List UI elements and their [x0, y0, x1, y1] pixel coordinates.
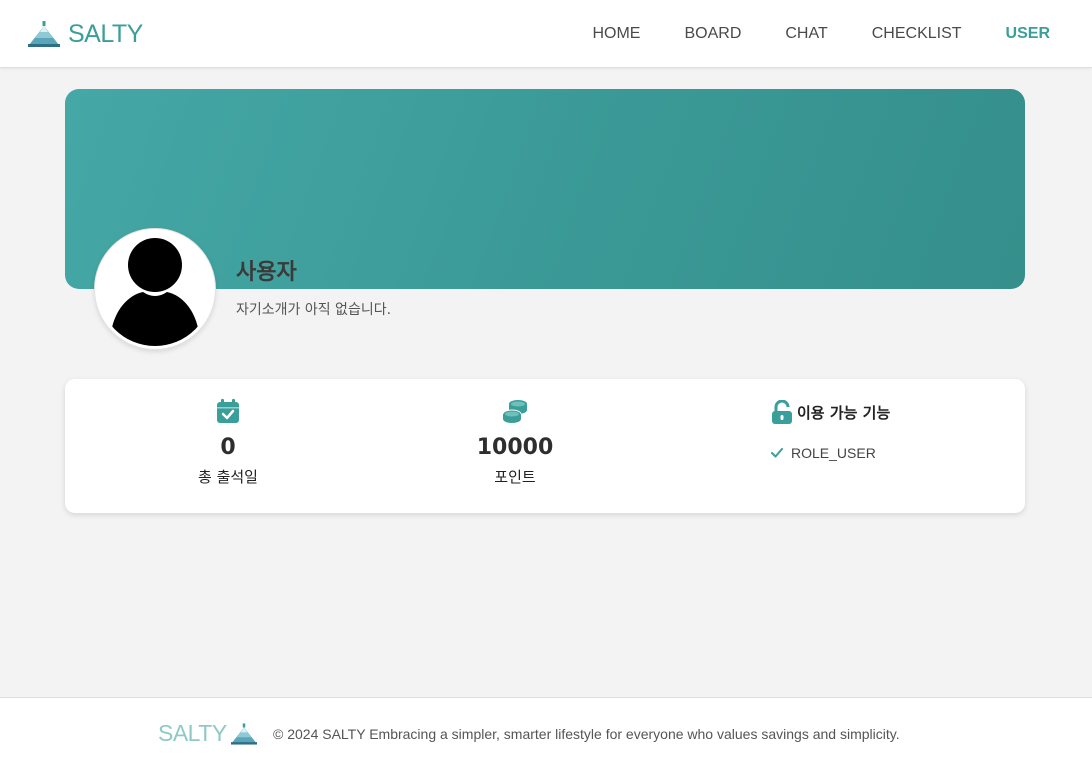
nav-board[interactable]: BOARD [684, 25, 741, 43]
nav-chat[interactable]: CHAT [785, 25, 827, 43]
user-silhouette-icon [110, 238, 200, 346]
attendance-stat: 0 총 출석일 [118, 397, 338, 487]
available-features: 이용 가능 기능 ROLE_USER [771, 397, 1011, 461]
feature-role: ROLE_USER [791, 445, 876, 461]
check-icon [771, 448, 783, 458]
footer-logo[interactable]: SALTY [158, 720, 257, 747]
user-name: 사용자 [236, 260, 297, 285]
nav-user[interactable]: USER [1006, 25, 1050, 43]
user-intro: 자기소개가 아직 없습니다. [236, 302, 392, 318]
attendance-value: 0 [220, 435, 236, 460]
features-title: 이용 가능 기능 [797, 403, 891, 422]
attendance-label: 총 출석일 [198, 468, 258, 486]
stats-card: 0 총 출석일 10000 포인트 이용 가능 기능 ROLE_USER [65, 379, 1025, 513]
points-label: 포인트 [494, 468, 536, 486]
footer-copyright: © 2024 SALTY Embracing a simpler, smarte… [273, 726, 900, 742]
nav-home[interactable]: HOME [592, 25, 640, 43]
nav-checklist[interactable]: CHECKLIST [872, 25, 962, 43]
logo-text: SALTY [68, 19, 143, 48]
main-nav: HOME BOARD CHAT CHECKLIST USER [592, 0, 1050, 68]
coins-icon [502, 400, 527, 423]
points-stat: 10000 포인트 [405, 397, 625, 487]
calendar-check-icon [217, 399, 239, 423]
avatar [95, 229, 215, 349]
feature-item: ROLE_USER [771, 445, 1011, 461]
site-header: SALTY HOME BOARD CHAT CHECKLIST USER [0, 0, 1092, 68]
points-value: 10000 [476, 435, 554, 460]
salt-mound-icon [28, 21, 60, 47]
footer-logo-text: SALTY [158, 720, 227, 746]
profile-banner [65, 89, 1025, 289]
salt-mound-icon [230, 722, 257, 745]
logo[interactable]: SALTY [28, 18, 143, 50]
site-footer: SALTY © 2024 SALTY Embracing a simpler, … [0, 697, 1092, 766]
unlock-icon [772, 400, 792, 424]
features-header: 이용 가능 기능 [771, 397, 1011, 427]
